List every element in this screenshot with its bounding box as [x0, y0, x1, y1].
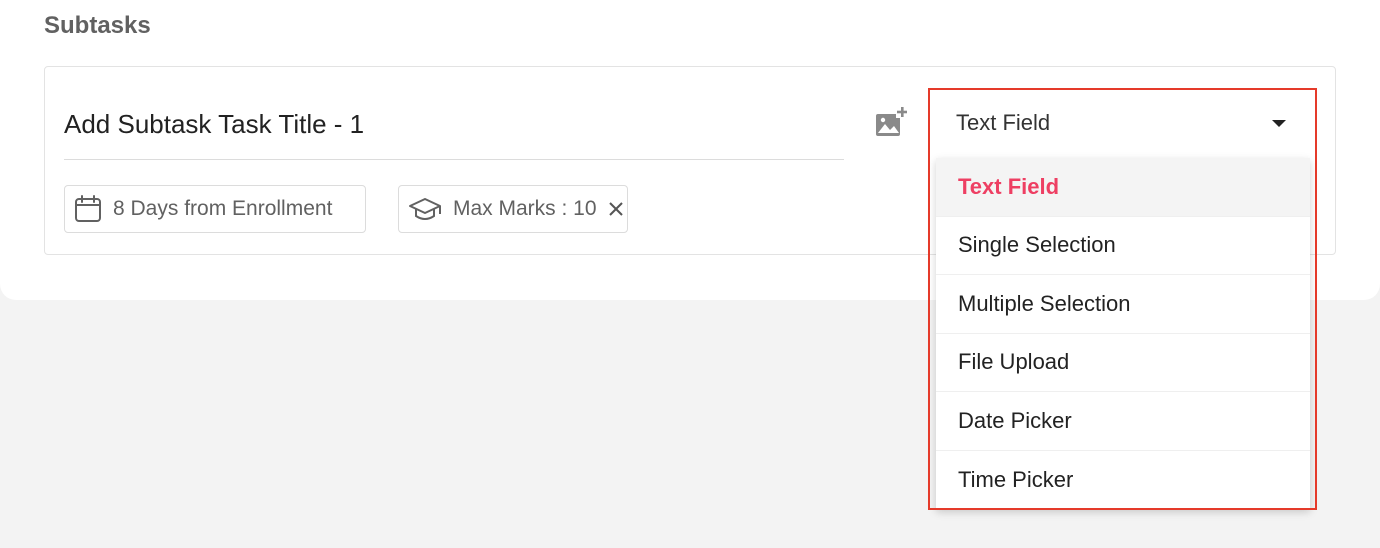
option-date-picker[interactable]: Date Picker: [936, 392, 1310, 451]
field-type-dropdown-menu: Text Field Single Selection Multiple Sel…: [936, 158, 1310, 509]
calendar-icon: [75, 195, 101, 222]
duration-chip[interactable]: 8 Days from Enrollment: [64, 185, 366, 233]
add-image-icon: [876, 106, 908, 136]
section-title: Subtasks: [44, 12, 151, 39]
remove-marks-button[interactable]: [607, 200, 625, 218]
subtask-title-input[interactable]: [64, 104, 844, 144]
add-image-button[interactable]: [872, 106, 908, 140]
max-marks-chip[interactable]: Max Marks : 10: [398, 185, 628, 233]
option-multiple-selection[interactable]: Multiple Selection: [936, 275, 1310, 334]
option-file-upload[interactable]: File Upload: [936, 334, 1310, 392]
option-single-selection[interactable]: Single Selection: [936, 217, 1310, 275]
max-marks-label: Max Marks : 10: [453, 197, 597, 220]
field-type-selected-value: Text Field: [956, 110, 1051, 135]
graduation-cap-icon: [409, 198, 441, 220]
field-type-select[interactable]: Text Field: [938, 100, 1308, 146]
duration-chip-label: 8 Days from Enrollment: [113, 197, 333, 220]
close-icon: [608, 202, 623, 216]
option-text-field[interactable]: Text Field: [936, 158, 1310, 217]
caret-down-icon: [1272, 120, 1286, 127]
title-underline: [64, 159, 844, 160]
option-time-picker[interactable]: Time Picker: [936, 451, 1310, 510]
